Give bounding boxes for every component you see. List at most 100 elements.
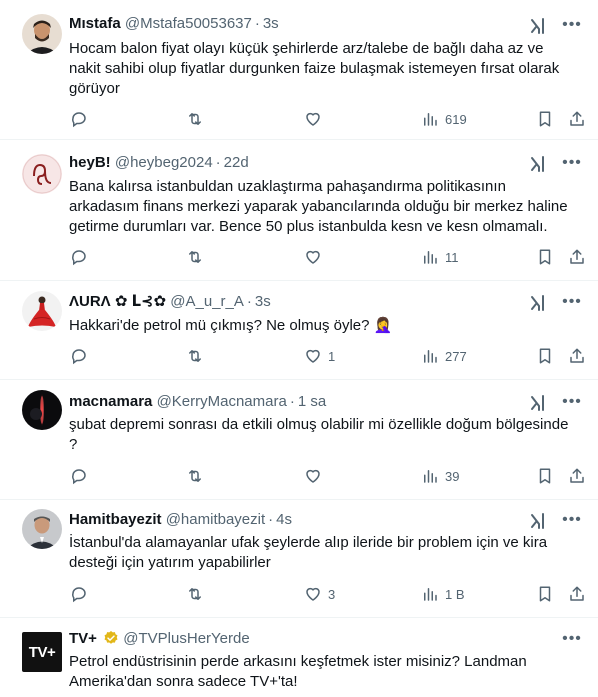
retweet-button[interactable]: [186, 466, 210, 486]
reply-icon: [72, 469, 86, 485]
share-button[interactable]: [568, 584, 586, 604]
views-button[interactable]: 277: [421, 346, 467, 366]
share-icon: [570, 586, 584, 601]
author-handle[interactable]: @Mstafa50053637: [125, 15, 252, 32]
avatar[interactable]: [22, 14, 62, 54]
more-options-icon[interactable]: •••: [562, 17, 582, 38]
like-count: 1: [328, 348, 336, 364]
analytics-icon: [424, 251, 437, 264]
bookmark-button[interactable]: [536, 584, 554, 604]
timestamp[interactable]: 4s: [276, 511, 292, 528]
like-button[interactable]: 1: [304, 346, 335, 366]
avatar[interactable]: [22, 154, 62, 194]
bookmark-icon: [539, 111, 551, 127]
reply-button[interactable]: [70, 466, 94, 486]
timestamp[interactable]: 3s: [255, 293, 271, 310]
grok-icon[interactable]: [530, 394, 546, 412]
more-options-icon[interactable]: •••: [562, 394, 582, 415]
more-options-icon[interactable]: •••: [562, 155, 582, 176]
retweet-button[interactable]: [186, 584, 210, 604]
tweet-actions: 3 1 B: [69, 584, 586, 604]
tweet[interactable]: heyB! @heybeg2024 · 22d ••• Bana kalırsa i…: [0, 140, 598, 281]
author-handle[interactable]: @KerryMacnamara: [157, 393, 287, 410]
tweet-text: Hakkari'de petrol mü çıkmış? Ne olmuş öy…: [69, 317, 393, 334]
separator-dot: ·: [289, 393, 295, 410]
author-handle[interactable]: @A_u_r_A: [170, 293, 244, 310]
heart-icon: [306, 250, 320, 264]
tweet-header: TV+ @TVPlusHerYerde: [69, 629, 250, 649]
author-name[interactable]: macnamara: [69, 393, 152, 410]
reply-icon: [72, 587, 86, 603]
bookmark-button[interactable]: [536, 109, 554, 129]
verified-badge-icon: [104, 631, 118, 644]
tweet[interactable]: Hamitbayezit @hamitbayezit · 4s ••• İstanb…: [0, 500, 598, 618]
avatar[interactable]: TV+: [22, 632, 62, 672]
more-options-icon[interactable]: •••: [562, 631, 582, 652]
more-options-icon[interactable]: •••: [562, 294, 582, 315]
grok-icon[interactable]: [530, 512, 546, 530]
bookmark-button[interactable]: [536, 247, 554, 267]
views-button[interactable]: 1 B: [421, 584, 465, 604]
author-name[interactable]: Hamitbayezit: [69, 511, 162, 528]
author-handle[interactable]: @TVPlusHerYerde: [123, 630, 249, 647]
heart-icon: [306, 112, 320, 126]
like-button[interactable]: [304, 247, 328, 267]
bookmark-button[interactable]: [536, 346, 554, 366]
avatar[interactable]: [22, 291, 62, 331]
separator-dot: ·: [268, 511, 274, 528]
views-button[interactable]: 619: [421, 109, 467, 129]
tweet-text: şubat depremi sonrası da etkili olmuş ol…: [69, 416, 569, 453]
reply-icon: [72, 349, 86, 365]
tweet[interactable]: ΛURΛ ✿ ᒪ⊰✿ @A_u_r_A · 3s ••• Hakkari'de pe…: [0, 281, 598, 380]
tweet-actions: 1 277: [69, 346, 586, 366]
avatar[interactable]: [22, 390, 62, 430]
bookmark-button[interactable]: [536, 466, 554, 486]
grok-icon[interactable]: [530, 17, 546, 35]
timestamp[interactable]: 22d: [224, 154, 249, 171]
bookmark-icon: [539, 348, 551, 364]
view-count: 1 B: [445, 586, 465, 602]
share-button[interactable]: [568, 346, 586, 366]
analytics-icon: [424, 113, 437, 126]
analytics-icon: [424, 470, 437, 483]
author-handle[interactable]: @heybeg2024: [115, 154, 213, 171]
reply-button[interactable]: [70, 247, 94, 267]
bookmark-icon: [539, 249, 551, 265]
tweet-actions: 39: [69, 466, 586, 486]
tweet-header: macnamara @KerryMacnamara · 1 sa: [69, 392, 326, 412]
timestamp[interactable]: 3s: [263, 15, 279, 32]
tweet-text: Bana kalırsa istanbuldan uzaklaştırma pa…: [69, 178, 568, 235]
author-handle[interactable]: @hamitbayezit: [166, 511, 265, 528]
like-button[interactable]: [304, 466, 328, 486]
like-button[interactable]: [304, 109, 328, 129]
retweet-button[interactable]: [186, 109, 210, 129]
analytics-icon: [424, 588, 437, 601]
views-button[interactable]: 39: [421, 466, 459, 486]
share-button[interactable]: [568, 247, 586, 267]
retweet-button[interactable]: [186, 346, 210, 366]
author-name[interactable]: ΛURΛ ✿ ᒪ⊰✿: [69, 293, 166, 310]
reply-button[interactable]: [70, 584, 94, 604]
author-name[interactable]: TV+: [69, 630, 97, 647]
reply-button[interactable]: [70, 109, 94, 129]
avatar[interactable]: [22, 509, 62, 549]
author-name[interactable]: Mıstafa: [69, 15, 121, 32]
share-icon: [570, 348, 584, 363]
separator-dot: ·: [254, 15, 260, 32]
grok-icon[interactable]: [530, 294, 546, 312]
tweet[interactable]: macnamara @KerryMacnamara · 1 sa ••• şubat…: [0, 380, 598, 500]
like-button[interactable]: 3: [304, 584, 335, 604]
tweet-header: Mıstafa @Mstafa50053637 · 3s: [69, 14, 279, 34]
views-button[interactable]: 11: [421, 247, 459, 267]
tweet-feed: Mıstafa @Mstafa50053637 · 3s ••• Hocam bal…: [0, 0, 598, 697]
tweet[interactable]: TV+ TV+ @TVPlusHerYerde ••• Petrol endüs…: [0, 618, 598, 697]
tweet[interactable]: Mıstafa @Mstafa50053637 · 3s ••• Hocam bal…: [0, 0, 598, 140]
timestamp[interactable]: 1 sa: [298, 393, 326, 410]
more-options-icon[interactable]: •••: [562, 512, 582, 533]
grok-icon[interactable]: [530, 155, 546, 173]
share-button[interactable]: [568, 109, 586, 129]
share-button[interactable]: [568, 466, 586, 486]
author-name[interactable]: heyB!: [69, 154, 111, 171]
retweet-button[interactable]: [186, 247, 210, 267]
reply-button[interactable]: [70, 346, 94, 366]
